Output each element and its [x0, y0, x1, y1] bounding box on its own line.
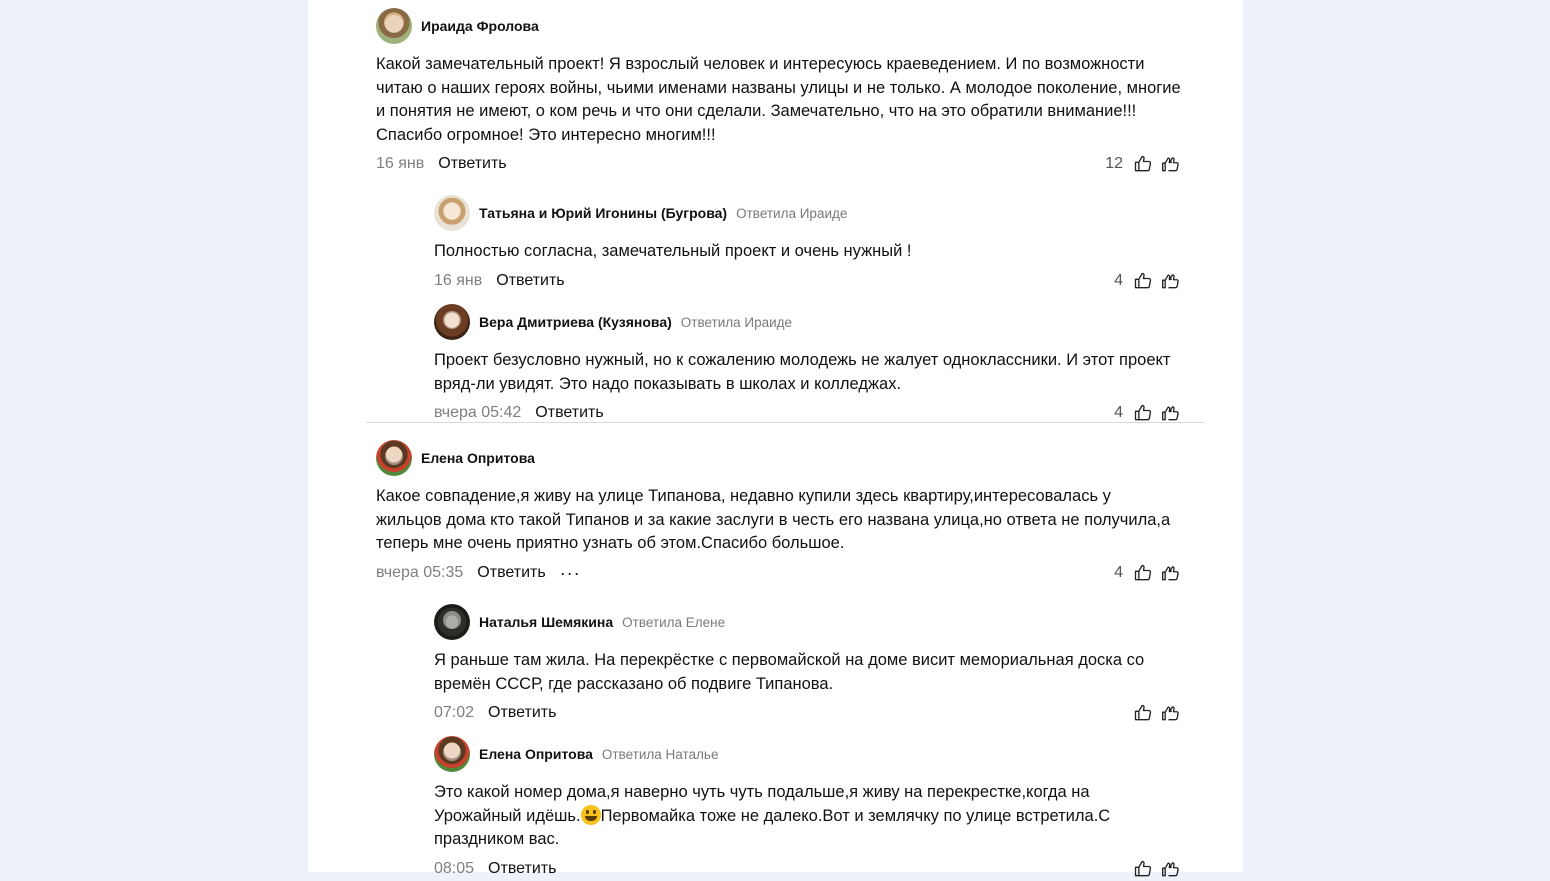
comment: Елена Опритова Какое совпадение,я живу н…	[376, 440, 1181, 585]
author-name[interactable]: Наталья Шемякина	[479, 614, 613, 630]
reply-comment: Елена Опритова Ответила Наталье Это како…	[434, 736, 1181, 881]
thumbs-up-icon[interactable]	[1133, 403, 1153, 423]
reply-button[interactable]: Ответить	[496, 272, 564, 290]
comment-header: Вера Дмитриева (Кузянова) Ответила Ираид…	[434, 304, 1181, 340]
super-like-icon[interactable]	[1161, 859, 1181, 879]
thumbs-up-icon[interactable]	[1133, 563, 1153, 583]
like-count: 12	[1105, 155, 1123, 172]
reply-comment: Вера Дмитриева (Кузянова) Ответила Ираид…	[434, 304, 1181, 425]
super-like-icon[interactable]	[1161, 703, 1181, 723]
thumbs-up-icon[interactable]	[1133, 271, 1153, 291]
super-like-icon[interactable]	[1161, 563, 1181, 583]
comment-footer: 08:05 Ответить	[434, 857, 1181, 881]
rating	[1123, 857, 1181, 881]
thumbs-up-icon[interactable]	[1133, 703, 1153, 723]
comment-text: Проект безусловно нужный, но к сожалению…	[434, 351, 1171, 393]
author-name[interactable]: Ираида Фролова	[421, 18, 539, 34]
comment-time: 16 янв	[376, 155, 425, 172]
comment-header: Елена Опритова Ответила Наталье	[434, 736, 1181, 772]
more-options-icon[interactable]: ···	[560, 564, 581, 582]
comment-time: 16 янв	[434, 271, 483, 289]
comment-header: Наталья Шемякина Ответила Елене	[434, 604, 1181, 640]
comment-time: 08:05	[434, 859, 475, 877]
thumbs-up-icon[interactable]	[1133, 859, 1153, 879]
comment-text: Это какой номер дома,я наверно чуть чуть…	[434, 781, 1181, 852]
comment-footer: 16 янв Ответить 4	[434, 269, 1181, 293]
comment-text: Какое совпадение,я живу на улице Типанов…	[376, 487, 1171, 552]
author-name[interactable]: Вера Дмитриева (Кузянова)	[479, 314, 672, 330]
rating: 4	[1114, 561, 1181, 585]
reply-comment: Наталья Шемякина Ответила Елене Я раньше…	[434, 604, 1181, 725]
comment-footer: 16 янв Ответить 12	[376, 152, 1181, 176]
grinning-face-emoji-icon	[580, 804, 601, 825]
reply-to-label[interactable]: Ответила Наталье	[602, 747, 719, 762]
super-like-icon[interactable]	[1161, 271, 1181, 291]
comment-footer: вчера 05:35 Ответить ··· 4	[376, 561, 1181, 585]
comment-header: Ираида Фролова	[376, 8, 1181, 44]
reply-to-label[interactable]: Ответила Ираиде	[681, 315, 792, 330]
comment-time: вчера 05:35	[376, 563, 464, 581]
comment-time: вчера 05:42	[434, 404, 522, 421]
reply-button[interactable]: Ответить	[438, 155, 506, 173]
avatar[interactable]	[434, 604, 470, 640]
author-name[interactable]: Татьяна и Юрий Игонины (Бугрова)	[479, 205, 727, 221]
comment: Ираида Фролова Какой замечательный проек…	[376, 8, 1181, 176]
comment-time: 07:02	[434, 704, 475, 721]
reply-button[interactable]: Ответить	[535, 404, 603, 422]
thread-divider	[366, 422, 1204, 423]
reply-button[interactable]: Ответить	[488, 860, 556, 878]
comments-panel: Ираида Фролова Какой замечательный проек…	[308, 0, 1243, 877]
reply-button[interactable]: Ответить	[477, 564, 545, 582]
comment-text: Какой замечательный проект! Я взрослый ч…	[376, 55, 1181, 144]
avatar[interactable]	[434, 195, 470, 231]
reply-to-label[interactable]: Ответила Елене	[622, 615, 725, 630]
thumbs-up-icon[interactable]	[1133, 154, 1153, 174]
avatar[interactable]	[434, 304, 470, 340]
avatar[interactable]	[434, 736, 470, 772]
comment-text: Полностью согласна, замечательный проект…	[434, 242, 912, 260]
avatar[interactable]	[376, 440, 412, 476]
comment-footer: 07:02 Ответить	[434, 701, 1181, 725]
comment-header: Татьяна и Юрий Игонины (Бугрова) Ответил…	[434, 195, 1181, 231]
rating: 12	[1105, 152, 1181, 176]
like-count: 4	[1114, 404, 1123, 421]
super-like-icon[interactable]	[1161, 403, 1181, 423]
reply-to-label[interactable]: Ответила Ираиде	[736, 206, 847, 221]
avatar[interactable]	[376, 8, 412, 44]
super-like-icon[interactable]	[1161, 154, 1181, 174]
like-count: 4	[1114, 563, 1123, 581]
comment-header: Елена Опритова	[376, 440, 1181, 476]
comment-text: Я раньше там жила. На перекрёстке с перв…	[434, 651, 1145, 693]
rating	[1123, 701, 1181, 725]
author-name[interactable]: Елена Опритова	[479, 746, 593, 762]
author-name[interactable]: Елена Опритова	[421, 450, 535, 466]
reply-button[interactable]: Ответить	[488, 704, 556, 722]
like-count: 4	[1114, 271, 1123, 289]
reply-comment: Татьяна и Юрий Игонины (Бугрова) Ответил…	[434, 195, 1181, 293]
rating: 4	[1114, 269, 1181, 293]
